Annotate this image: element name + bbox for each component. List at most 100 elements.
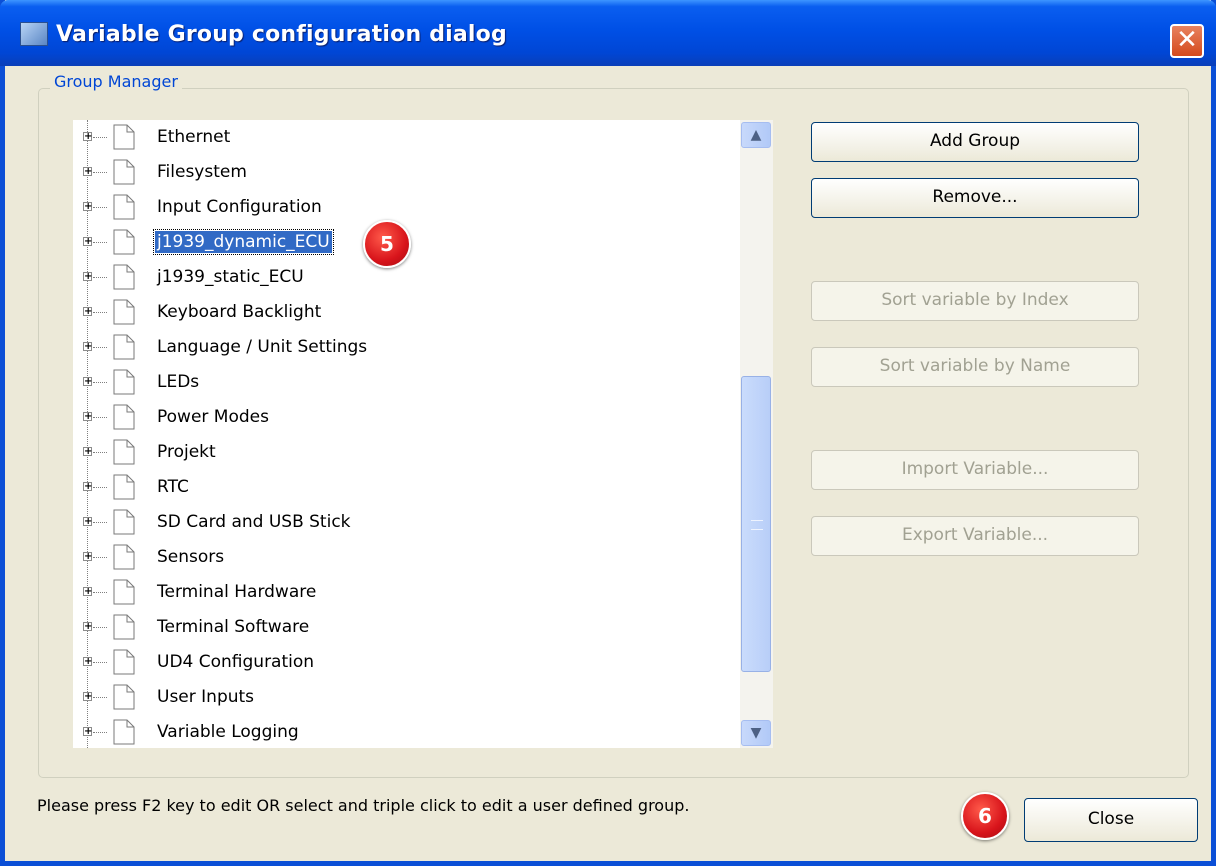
- tree-item[interactable]: + User Inputs: [73, 680, 740, 715]
- document-icon: [113, 474, 135, 500]
- tree-item[interactable]: + UD4 Configuration: [73, 645, 740, 680]
- annotation-badge-6: 6: [961, 792, 1009, 840]
- tree-item[interactable]: + Ethernet: [73, 120, 740, 155]
- document-icon: [113, 124, 135, 150]
- close-window-button[interactable]: ✕: [1170, 24, 1204, 58]
- document-icon: [113, 264, 135, 290]
- tree-item[interactable]: + j1939_static_ECU: [73, 260, 740, 295]
- add-group-button[interactable]: Add Group: [811, 122, 1139, 162]
- tree-branch-line: [93, 277, 107, 278]
- document-icon: [113, 439, 135, 465]
- app-icon: [20, 22, 48, 46]
- expand-icon[interactable]: +: [83, 132, 92, 142]
- sort-by-name-button[interactable]: Sort variable by Name: [811, 347, 1139, 387]
- tree-branch-line: [93, 697, 107, 698]
- document-icon: [113, 229, 135, 255]
- expand-icon[interactable]: +: [83, 307, 92, 317]
- tree-branch-line: [93, 732, 107, 733]
- tree-item[interactable]: + Power Modes: [73, 400, 740, 435]
- title-bar[interactable]: Variable Group configuration dialog ✕: [0, 0, 1216, 66]
- expand-icon[interactable]: +: [83, 552, 92, 562]
- tree-item[interactable]: + Terminal Hardware: [73, 575, 740, 610]
- expand-icon[interactable]: +: [83, 482, 92, 492]
- document-icon: [113, 544, 135, 570]
- tree-branch-line: [93, 242, 107, 243]
- document-icon: [113, 649, 135, 675]
- expand-icon[interactable]: +: [83, 692, 92, 702]
- tree-scrollbar[interactable]: ▲ ▼: [740, 120, 773, 748]
- expand-icon[interactable]: +: [83, 272, 92, 282]
- tree-item-label: Projekt: [157, 442, 216, 462]
- tree-branch-line: [93, 417, 107, 418]
- hint-text: Please press F2 key to edit OR select an…: [37, 796, 690, 815]
- tree-branch-line: [93, 312, 107, 313]
- expand-icon[interactable]: +: [83, 377, 92, 387]
- document-icon: [113, 684, 135, 710]
- expand-icon[interactable]: +: [83, 237, 92, 247]
- tree-item-label: Language / Unit Settings: [157, 337, 368, 357]
- tree-branch-line: [93, 592, 107, 593]
- tree-branch-line: [93, 452, 107, 453]
- scroll-up-button[interactable]: ▲: [741, 122, 771, 148]
- tree-item[interactable]: + Keyboard Backlight: [73, 295, 740, 330]
- expand-icon[interactable]: +: [83, 657, 92, 667]
- tree-item-label: j1939_static_ECU: [157, 267, 304, 287]
- tree-item[interactable]: + LEDs: [73, 365, 740, 400]
- tree-item-label: Ethernet: [157, 127, 231, 147]
- tree-item[interactable]: + Projekt: [73, 435, 740, 470]
- document-icon: [113, 579, 135, 605]
- document-icon: [113, 404, 135, 430]
- expand-icon[interactable]: +: [83, 202, 92, 212]
- expand-icon[interactable]: +: [83, 727, 92, 737]
- remove-button[interactable]: Remove...: [811, 178, 1139, 218]
- expand-icon[interactable]: +: [83, 517, 92, 527]
- scroll-thumb[interactable]: [741, 376, 771, 672]
- tree-branch-line: [93, 522, 107, 523]
- document-icon: [113, 719, 135, 745]
- tree-item-label: Terminal Hardware: [157, 582, 317, 602]
- export-variable-button[interactable]: Export Variable...: [811, 516, 1139, 556]
- tree-item[interactable]: + Sensors: [73, 540, 740, 575]
- tree-branch-line: [93, 172, 107, 173]
- document-icon: [113, 334, 135, 360]
- close-button[interactable]: Close: [1024, 798, 1198, 842]
- tree-branch-line: [93, 347, 107, 348]
- dialog-window: Variable Group configuration dialog ✕ Gr…: [0, 0, 1216, 866]
- tree-item[interactable]: + Input Configuration: [73, 190, 740, 225]
- tree-branch-line: [93, 382, 107, 383]
- tree-item-label: Keyboard Backlight: [157, 302, 322, 322]
- document-icon: [113, 194, 135, 220]
- tree-item-label: Sensors: [157, 547, 225, 567]
- tree-item-label: SD Card and USB Stick: [157, 512, 351, 532]
- expand-icon[interactable]: +: [83, 447, 92, 457]
- tree-item-label: UD4 Configuration: [157, 652, 315, 672]
- expand-icon[interactable]: +: [83, 412, 92, 422]
- tree-item-label: Variable Logging: [157, 722, 299, 742]
- group-manager-legend: Group Manager: [50, 72, 182, 91]
- tree-item[interactable]: + Terminal Software: [73, 610, 740, 645]
- tree-branch-line: [93, 137, 107, 138]
- document-icon: [113, 509, 135, 535]
- window-title: Variable Group configuration dialog: [56, 22, 507, 47]
- expand-icon[interactable]: +: [83, 622, 92, 632]
- tree-item[interactable]: + Language / Unit Settings: [73, 330, 740, 365]
- tree-item[interactable]: + Filesystem: [73, 155, 740, 190]
- import-variable-button[interactable]: Import Variable...: [811, 450, 1139, 490]
- tree-branch-line: [93, 557, 107, 558]
- tree-item-label: Input Configuration: [157, 197, 322, 217]
- expand-icon[interactable]: +: [83, 587, 92, 597]
- tree-item-label: User Inputs: [157, 687, 255, 707]
- document-icon: [113, 299, 135, 325]
- tree-item-label: j1939_dynamic_ECU: [153, 229, 334, 255]
- tree-item-label: Terminal Software: [157, 617, 310, 637]
- group-tree[interactable]: + Ethernet + Filesystem + Input Configuration…: [73, 120, 773, 748]
- tree-item[interactable]: + SD Card and USB Stick: [73, 505, 740, 540]
- tree-item[interactable]: + RTC: [73, 470, 740, 505]
- tree-item[interactable]: + Variable Logging: [73, 715, 740, 748]
- expand-icon[interactable]: +: [83, 342, 92, 352]
- scroll-down-button[interactable]: ▼: [741, 720, 771, 746]
- tree-branch-line: [93, 207, 107, 208]
- tree-item-label: Power Modes: [157, 407, 269, 427]
- sort-by-index-button[interactable]: Sort variable by Index: [811, 281, 1139, 321]
- expand-icon[interactable]: +: [83, 167, 92, 177]
